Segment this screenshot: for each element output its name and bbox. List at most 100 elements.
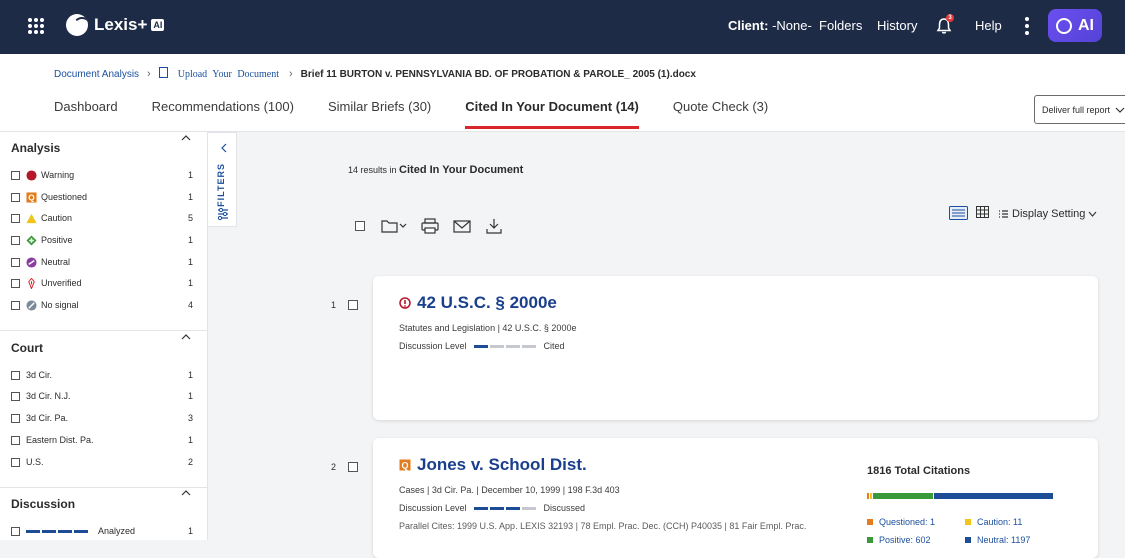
app-grid-icon[interactable] [28, 18, 44, 34]
nav-history[interactable]: History [877, 18, 917, 33]
filter-court-3d-cir[interactable]: 3d Cir. 1 [11, 368, 193, 382]
legend-caution[interactable]: Caution: 11 [965, 517, 1022, 527]
discussion-level-segment [505, 344, 520, 348]
checkbox[interactable] [11, 370, 20, 380]
result-title-link[interactable]: Jones v. School Dist. [417, 455, 587, 475]
filter-label: Neutral [41, 257, 71, 267]
filter-count: 1 [187, 235, 193, 245]
filter-court-3d-cir-pa[interactable]: 3d Cir. Pa. 3 [11, 411, 193, 425]
checkbox[interactable] [11, 413, 20, 423]
filters-panel-toggle[interactable]: FILTERS [208, 132, 237, 227]
checkbox[interactable] [11, 391, 20, 401]
breadcrumb-current-document: Brief 11 BURTON v. PENNSYLVANIA BD. OF P… [300, 68, 696, 80]
table-view-icon[interactable] [976, 206, 989, 218]
view-toggle [949, 206, 989, 220]
discussion-level-label: Discussion Level [399, 341, 467, 351]
discussion-level-segment [521, 344, 536, 348]
legend-label: Positive: 602 [879, 535, 931, 545]
filter-court-eastern-dist-pa[interactable]: Eastern Dist. Pa. 1 [11, 433, 193, 447]
tab-dashboard[interactable]: Dashboard [54, 99, 118, 129]
deliver-full-report-button[interactable]: Deliver full report [1034, 95, 1125, 124]
discussion-level-segment [489, 344, 504, 348]
lexis-logo[interactable]: Lexis+ AI [66, 14, 165, 36]
positive-signal-icon [26, 234, 37, 246]
filter-count: 1 [187, 526, 193, 536]
citation-distribution-bar [867, 493, 1054, 499]
tab-similar-briefs[interactable]: Similar Briefs (30) [328, 99, 431, 129]
nav-help[interactable]: Help [975, 18, 1002, 33]
discussion-level-segment [473, 506, 488, 510]
filter-count: 1 [187, 435, 193, 445]
filter-court-us[interactable]: U.S. 2 [11, 455, 193, 469]
svg-text:Q: Q [28, 193, 35, 202]
checkbox[interactable] [11, 170, 20, 180]
email-icon[interactable] [453, 218, 471, 234]
collapse-court-chevron-up-icon[interactable] [181, 334, 191, 340]
checkbox[interactable] [11, 213, 20, 223]
result-index: 2 [331, 462, 337, 472]
folder-save-icon[interactable] [381, 218, 407, 234]
checkbox[interactable] [11, 300, 20, 310]
legend-positive[interactable]: Positive: 602 [867, 535, 931, 545]
filter-count: 1 [187, 278, 193, 288]
section-divider [0, 330, 207, 331]
caution-signal-icon [26, 213, 37, 223]
nav-folders[interactable]: Folders [819, 18, 862, 33]
display-setting-menu[interactable]: Display Setting [998, 208, 1097, 220]
filter-label: Unverified [41, 278, 82, 288]
discussion-level-segment [74, 529, 88, 533]
select-all-checkbox[interactable] [355, 221, 365, 231]
chevron-left-icon[interactable] [220, 143, 228, 153]
checkbox[interactable] [11, 457, 20, 467]
result-title-link[interactable]: 42 U.S.C. § 2000e [417, 293, 557, 313]
discussion-section-title: Discussion [11, 497, 76, 511]
chevron-down-icon [1115, 107, 1125, 113]
analysis-tabs: Dashboard Recommendations (100) Similar … [54, 99, 802, 129]
discussion-level-text: Discussed [543, 503, 586, 513]
filter-analysis-unverified[interactable]: Unverified 1 [11, 276, 193, 290]
breadcrumb-upload-document[interactable]: Upload Your Document [178, 69, 279, 80]
unverified-signal-icon [28, 277, 35, 289]
filter-court-3d-cir-nj[interactable]: 3d Cir. N.J. 1 [11, 389, 193, 403]
filter-discussion-analyzed[interactable]: Analyzed 1 [11, 524, 193, 538]
list-view-icon[interactable] [949, 206, 968, 220]
result-metadata: Cases | 3d Cir. Pa. | December 10, 1999 … [399, 485, 620, 495]
collapse-discussion-chevron-up-icon[interactable] [181, 490, 191, 496]
checkbox[interactable] [11, 257, 20, 267]
checkbox[interactable] [11, 235, 20, 245]
tab-quote-check[interactable]: Quote Check (3) [673, 99, 768, 129]
filter-analysis-neutral[interactable]: Neutral 1 [11, 255, 193, 269]
discussion-level-segment [489, 506, 504, 510]
legend-label: Questioned: 1 [879, 517, 936, 527]
checkbox[interactable] [11, 192, 20, 202]
tab-recommendations[interactable]: Recommendations (100) [152, 99, 294, 129]
filter-label: Warning [41, 170, 75, 180]
collapse-analysis-chevron-up-icon[interactable] [181, 135, 191, 141]
filter-count: 5 [187, 213, 193, 223]
breadcrumb-document-analysis[interactable]: Document Analysis [54, 69, 139, 80]
breadcrumb-separator-icon: › [289, 68, 293, 80]
filter-analysis-caution[interactable]: Caution 5 [11, 211, 193, 225]
client-selector[interactable]: Client: -None- [728, 18, 812, 33]
result-checkbox[interactable] [348, 462, 358, 472]
filter-analysis-warning[interactable]: Warning 1 [11, 168, 193, 182]
result-metadata: Statutes and Legislation | 42 U.S.C. § 2… [399, 323, 577, 333]
filter-label: No signal [41, 300, 79, 310]
filter-analysis-positive[interactable]: Positive 1 [11, 233, 193, 247]
result-checkbox[interactable] [348, 300, 358, 310]
print-icon[interactable] [421, 218, 439, 234]
tab-cited-in-your-document[interactable]: Cited In Your Document (14) [465, 99, 639, 129]
checkbox[interactable] [11, 435, 20, 445]
ai-assistant-button[interactable]: AI [1048, 9, 1102, 42]
more-options-icon[interactable] [1025, 17, 1029, 35]
svg-text:Q: Q [401, 461, 408, 471]
filter-analysis-no-signal[interactable]: No signal 4 [11, 298, 193, 312]
discussion-level-indicator [26, 529, 90, 533]
filter-analysis-questioned[interactable]: Q Questioned 1 [11, 190, 193, 204]
display-setting-label: Display Setting [1012, 208, 1086, 220]
legend-neutral[interactable]: Neutral: 1197 [965, 535, 1030, 545]
download-icon[interactable] [485, 218, 503, 234]
legend-questioned[interactable]: Questioned: 1 [867, 517, 935, 527]
checkbox[interactable] [11, 278, 20, 288]
checkbox[interactable] [11, 526, 20, 536]
